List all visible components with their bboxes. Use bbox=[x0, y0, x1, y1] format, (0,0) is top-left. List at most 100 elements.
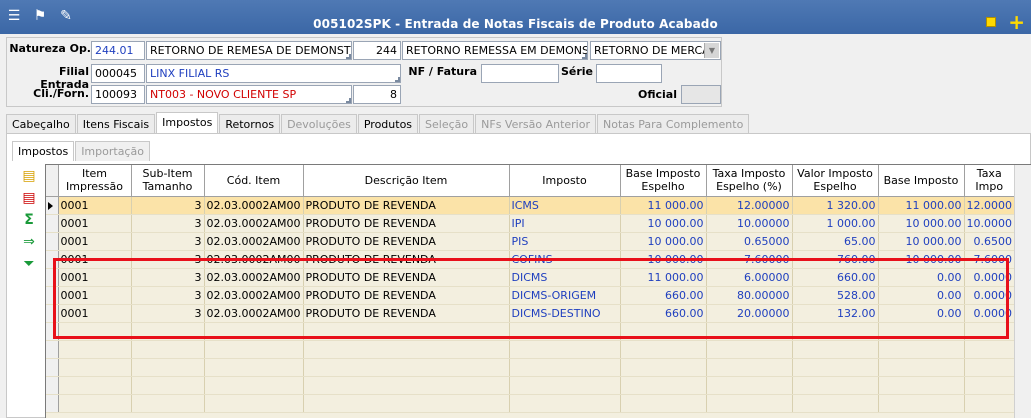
cell-descricao[interactable]: PRODUTO DE REVENDA bbox=[303, 232, 510, 251]
cell-descricao[interactable]: PRODUTO DE REVENDA bbox=[303, 196, 510, 215]
cli-num-field[interactable]: 8 bbox=[353, 85, 401, 104]
cell-sub-item[interactable]: 3 bbox=[131, 304, 205, 323]
vertical-scrollbar[interactable] bbox=[1014, 165, 1031, 418]
cell-sub-item[interactable]: 3 bbox=[131, 232, 205, 251]
col-imposto[interactable]: Imposto bbox=[509, 165, 621, 197]
cell-taxa-imposto[interactable]: 0.0000 bbox=[964, 286, 1015, 305]
col-descricao[interactable]: Descrição Item bbox=[303, 165, 510, 197]
cell-cod-item[interactable]: 02.03.0002AM00 bbox=[204, 268, 304, 287]
col-item-impressao[interactable]: Item Impressão bbox=[58, 165, 132, 197]
tab-notas-complemento[interactable]: Notas Para Complemento bbox=[597, 114, 750, 134]
subtab-impostos[interactable]: Impostos bbox=[12, 141, 75, 161]
cell-valor-espelho[interactable]: 1 000.00 bbox=[792, 214, 879, 233]
natureza-num-field[interactable]: 244 bbox=[353, 41, 401, 60]
cell-imposto[interactable]: IPI bbox=[509, 214, 621, 233]
nf-field[interactable] bbox=[481, 64, 559, 83]
cell-taxa-espelho[interactable]: 6.00000 bbox=[706, 268, 793, 287]
col-base-espelho[interactable]: Base Imposto Espelho bbox=[620, 165, 707, 197]
cell-valor-espelho[interactable]: 1 320.00 bbox=[792, 196, 879, 215]
cli-name-field[interactable]: NT003 - NOVO CLIENTE SP bbox=[146, 85, 352, 104]
cell-taxa-imposto[interactable]: 0.6500 bbox=[964, 232, 1015, 251]
cell-item[interactable]: 0001 bbox=[58, 250, 132, 269]
natureza-desc2-field[interactable]: RETORNO REMESSA EM DEMONSTRAÇ bbox=[402, 41, 588, 60]
col-taxa-espelho[interactable]: Taxa Imposto Espelho (%) bbox=[706, 165, 793, 197]
row-indicator[interactable] bbox=[46, 214, 59, 233]
tab-itens-fiscais[interactable]: Itens Fiscais bbox=[76, 114, 156, 134]
cell-taxa-espelho[interactable]: 7.60000 bbox=[706, 250, 793, 269]
tab-cabecalho[interactable]: Cabeçalho bbox=[6, 114, 76, 134]
cell-sub-item[interactable]: 3 bbox=[131, 250, 205, 269]
cell-imposto[interactable]: ICMS bbox=[509, 196, 621, 215]
cell-taxa-imposto[interactable]: 12.0000 bbox=[964, 196, 1015, 215]
cell-descricao[interactable]: PRODUTO DE REVENDA bbox=[303, 268, 510, 287]
cell-cod-item[interactable]: 02.03.0002AM00 bbox=[204, 196, 304, 215]
chevron-down-icon[interactable]: ▼ bbox=[704, 43, 719, 58]
cell-valor-espelho[interactable]: 132.00 bbox=[792, 304, 879, 323]
cell-base-espelho[interactable]: 11 000.00 bbox=[620, 268, 707, 287]
subtab-importacao[interactable]: Importação bbox=[75, 141, 150, 161]
sum-icon[interactable]: Σ bbox=[18, 210, 40, 230]
tab-nfs-versao-anterior[interactable]: NFs Versão Anterior bbox=[475, 114, 596, 134]
tab-impostos[interactable]: Impostos bbox=[156, 112, 219, 134]
cell-cod-item[interactable]: 02.03.0002AM00 bbox=[204, 250, 304, 269]
cell-taxa-espelho[interactable]: 0.65000 bbox=[706, 232, 793, 251]
cell-item[interactable]: 0001 bbox=[58, 304, 132, 323]
col-valor-espelho[interactable]: Valor Imposto Espelho bbox=[792, 165, 879, 197]
cell-taxa-imposto[interactable]: 7.6000 bbox=[964, 250, 1015, 269]
cell-item[interactable]: 0001 bbox=[58, 232, 132, 251]
row-indicator[interactable] bbox=[46, 304, 59, 323]
cell-taxa-imposto[interactable]: 0.0000 bbox=[964, 268, 1015, 287]
collapse-down-icon[interactable]: ⏷ bbox=[18, 254, 40, 274]
cell-descricao[interactable]: PRODUTO DE REVENDA bbox=[303, 304, 510, 323]
cell-base-espelho[interactable]: 660.00 bbox=[620, 304, 707, 323]
cell-taxa-espelho[interactable]: 10.00000 bbox=[706, 214, 793, 233]
cell-base-espelho[interactable]: 11 000.00 bbox=[620, 196, 707, 215]
cell-cod-item[interactable]: 02.03.0002AM00 bbox=[204, 214, 304, 233]
cell-descricao[interactable]: PRODUTO DE REVENDA bbox=[303, 250, 510, 269]
cell-sub-item[interactable]: 3 bbox=[131, 196, 205, 215]
cell-imposto[interactable]: DICMS-ORIGEM bbox=[509, 286, 621, 305]
cell-cod-item[interactable]: 02.03.0002AM00 bbox=[204, 286, 304, 305]
cell-descricao[interactable]: PRODUTO DE REVENDA bbox=[303, 286, 510, 305]
cell-base-imposto[interactable]: 10 000.00 bbox=[878, 232, 965, 251]
cell-base-imposto[interactable]: 10 000.00 bbox=[878, 214, 965, 233]
cell-item[interactable]: 0001 bbox=[58, 196, 132, 215]
tab-selecao[interactable]: Seleção bbox=[419, 114, 475, 134]
cli-code-field[interactable]: 100093 bbox=[91, 85, 145, 104]
cell-imposto[interactable]: PIS bbox=[509, 232, 621, 251]
cell-sub-item[interactable]: 3 bbox=[131, 214, 205, 233]
cell-valor-espelho[interactable]: 760.00 bbox=[792, 250, 879, 269]
minimize-icon[interactable] bbox=[986, 17, 997, 27]
cell-imposto[interactable]: DICMS bbox=[509, 268, 621, 287]
cell-cod-item[interactable]: 02.03.0002AM00 bbox=[204, 304, 304, 323]
cell-taxa-imposto[interactable]: 0.0000 bbox=[964, 304, 1015, 323]
export-icon[interactable]: ⇒ bbox=[18, 232, 40, 252]
cell-taxa-espelho[interactable]: 12.00000 bbox=[706, 196, 793, 215]
table-row[interactable]: 0001 3 02.03.0002AM00 PRODUTO DE REVENDA COF… bbox=[46, 250, 1015, 269]
cell-item[interactable]: 0001 bbox=[58, 268, 132, 287]
cell-taxa-espelho[interactable]: 80.00000 bbox=[706, 286, 793, 305]
natureza-desc-field[interactable]: RETORNO DE REMESA DE DEMONSTRACÃ bbox=[146, 41, 352, 60]
cell-imposto[interactable]: COFINS bbox=[509, 250, 621, 269]
tab-produtos[interactable]: Produtos bbox=[357, 114, 419, 134]
cell-sub-item[interactable]: 3 bbox=[131, 286, 205, 305]
row-indicator[interactable] bbox=[46, 250, 59, 269]
col-taxa-imposto[interactable]: Taxa Impo bbox=[964, 165, 1015, 197]
tab-devolucoes[interactable]: Devoluções bbox=[281, 114, 357, 134]
table-row[interactable]: 0001 3 02.03.0002AM00 PRODUTO DE REVENDA DIC… bbox=[46, 304, 1015, 323]
row-indicator[interactable] bbox=[46, 286, 59, 305]
row-indicator[interactable] bbox=[46, 268, 59, 287]
cell-base-espelho[interactable]: 660.00 bbox=[620, 286, 707, 305]
cell-imposto[interactable]: DICMS-DESTINO bbox=[509, 304, 621, 323]
row-indicator[interactable] bbox=[46, 232, 59, 251]
cell-base-espelho[interactable]: 10 000.00 bbox=[620, 232, 707, 251]
col-cod-item[interactable]: Cód. Item bbox=[204, 165, 304, 197]
cell-base-imposto[interactable]: 10 000.00 bbox=[878, 250, 965, 269]
filial-name-field[interactable]: LINX FILIAL RS bbox=[146, 64, 401, 83]
cell-base-espelho[interactable]: 10 000.00 bbox=[620, 214, 707, 233]
cell-valor-espelho[interactable]: 65.00 bbox=[792, 232, 879, 251]
row-indicator[interactable] bbox=[46, 196, 59, 215]
serie-field[interactable] bbox=[596, 64, 662, 83]
natureza-select[interactable]: RETORNO DE MERCAI ▼ bbox=[590, 41, 721, 60]
filial-code-field[interactable]: 000045 bbox=[91, 64, 145, 83]
